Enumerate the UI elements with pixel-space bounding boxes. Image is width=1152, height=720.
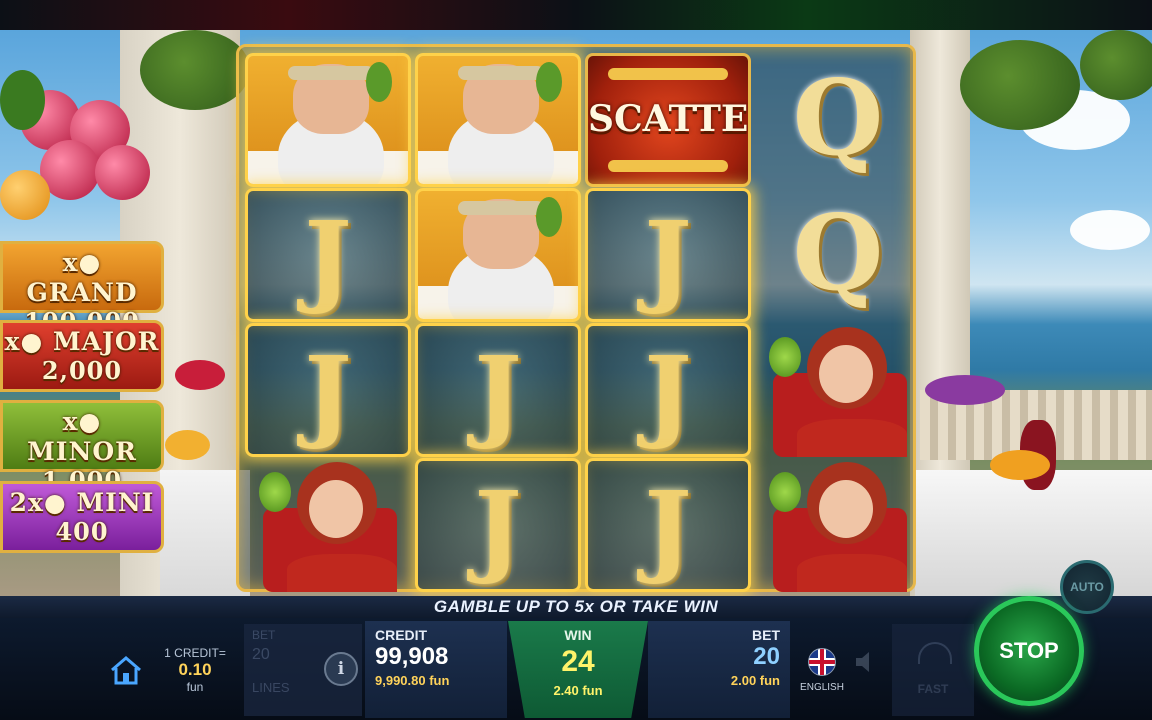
reel-symbol-j: J: [585, 458, 751, 592]
credit-label: CREDIT: [375, 627, 428, 643]
credit-denomination: 1 CREDIT= 0.10 fun: [160, 646, 230, 694]
reel-symbol-scatter: SCATTER: [585, 53, 751, 187]
reel-symbol-maiden: [245, 458, 411, 592]
symbol-letter-j: J: [644, 334, 692, 452]
credit-denomination-value: 0.10: [178, 660, 212, 679]
maiden-grapes: [769, 337, 801, 377]
jackpot-mini-name: MINI: [76, 488, 155, 517]
bet-fun-value: 2.00 fun: [730, 673, 780, 688]
reel-symbol-maiden: [755, 323, 921, 457]
maiden-face: [819, 480, 873, 538]
language-selector[interactable]: ENGLISH: [800, 648, 844, 693]
maiden-dress: [797, 554, 907, 592]
symbol-letter-j: J: [644, 199, 692, 317]
fast-label: FAST: [917, 682, 949, 696]
fast-button[interactable]: FAST: [892, 624, 974, 716]
reel-symbol-j: J: [585, 323, 751, 457]
zeus-crown: [458, 201, 544, 215]
credit-panel: CREDIT 99,908 9,990.80 fun: [365, 621, 507, 718]
win-label: WIN: [564, 627, 592, 643]
jackpot-major: x● MAJOR 2,000: [0, 320, 164, 392]
credit-value: 99,908: [375, 643, 449, 670]
vine-foliage: [960, 40, 1080, 130]
stop-button[interactable]: STOP: [974, 596, 1084, 706]
speedometer-icon: [918, 642, 952, 664]
reel-grid: SCATTERQJJQJJJJJ: [236, 44, 916, 592]
symbol-letter-q: Q: [792, 56, 884, 179]
speaker-icon[interactable]: [852, 648, 880, 676]
maiden-face: [819, 345, 873, 403]
scatter-label: SCATTER: [588, 98, 749, 140]
symbol-letter-j: J: [304, 334, 352, 452]
maiden-dress: [287, 554, 397, 592]
jackpot-mini-value: 400: [55, 517, 109, 546]
bet-lines-lines-label: LINES: [252, 680, 290, 695]
bet-panel[interactable]: BET 20 2.00 fun: [648, 621, 790, 718]
symbol-letter-q: Q: [792, 191, 884, 314]
melon: [990, 450, 1050, 480]
maiden-dress: [797, 419, 907, 457]
symbol-letter-j: J: [644, 469, 692, 587]
maiden-face: [309, 480, 363, 538]
fruit-bowl: [925, 375, 1005, 405]
berry-bowl: [175, 360, 225, 390]
zeus-crown: [458, 66, 544, 80]
win-fun-value: 2.40 fun: [553, 683, 603, 698]
symbol-letter-j: J: [304, 199, 352, 317]
bet-label: BET: [752, 627, 780, 643]
symbol-letter-j: J: [474, 334, 522, 452]
zeus-leaf: [536, 197, 562, 237]
top-status-bar: [0, 0, 1152, 30]
reel-symbol-q: Q: [755, 53, 921, 187]
credit-denomination-unit: fun: [186, 680, 204, 694]
credit-denomination-label: 1 CREDIT=: [164, 646, 226, 660]
credit-fun-value: 9,990.80 fun: [375, 673, 450, 688]
reel-symbol-j: J: [415, 458, 581, 592]
jackpot-major-name: MAJOR: [52, 327, 160, 356]
bet-value: 20: [753, 643, 780, 670]
jackpot-grand-name: GRAND: [26, 278, 138, 307]
reel-symbol-zeus: [245, 53, 411, 187]
reel-symbol-zeus: [415, 53, 581, 187]
bet-lines-bet-value: 20: [252, 646, 270, 663]
maiden-grapes: [769, 472, 801, 512]
grapes-logo: [0, 70, 165, 230]
jackpot-grand: x● GRAND 100,000: [0, 241, 164, 336]
reel-symbol-j: J: [415, 323, 581, 457]
home-icon[interactable]: [108, 654, 144, 686]
info-button[interactable]: i: [324, 652, 358, 686]
melon-slice: [165, 430, 210, 460]
reel-symbol-maiden: [755, 458, 921, 592]
zeus-leaf: [536, 62, 562, 102]
maiden-grapes: [259, 472, 291, 512]
zeus-leaf: [366, 62, 392, 102]
win-panel: WIN 24 2.40 fun: [508, 621, 648, 718]
jackpot-minor-name: MINOR: [27, 437, 137, 466]
language-label: ENGLISH: [800, 682, 844, 693]
reel-symbol-q: Q: [755, 188, 921, 322]
reel-symbol-j: J: [585, 188, 751, 322]
win-value: 24: [561, 645, 595, 678]
reel-symbol-j: J: [245, 323, 411, 457]
symbol-letter-j: J: [474, 469, 522, 587]
bet-lines-bet-label: BET: [252, 628, 276, 642]
laurel-top: [608, 68, 728, 80]
jackpot-major-value: 2,000: [41, 356, 123, 385]
jackpot-mini: 2x● MINI 400: [0, 481, 164, 553]
vine-foliage: [1080, 30, 1152, 100]
uk-flag-icon: [808, 648, 836, 676]
cloud: [1070, 210, 1150, 250]
laurel-bottom: [608, 160, 728, 172]
jackpot-minor: x● MINOR 1,000: [0, 400, 164, 495]
zeus-crown: [288, 66, 374, 80]
gamble-message: GAMBLE UP TO 5x OR TAKE WIN: [0, 596, 1152, 618]
auto-button[interactable]: AUTO: [1060, 560, 1114, 614]
reel-symbol-j: J: [245, 188, 411, 322]
reel-symbol-zeus: [415, 188, 581, 322]
